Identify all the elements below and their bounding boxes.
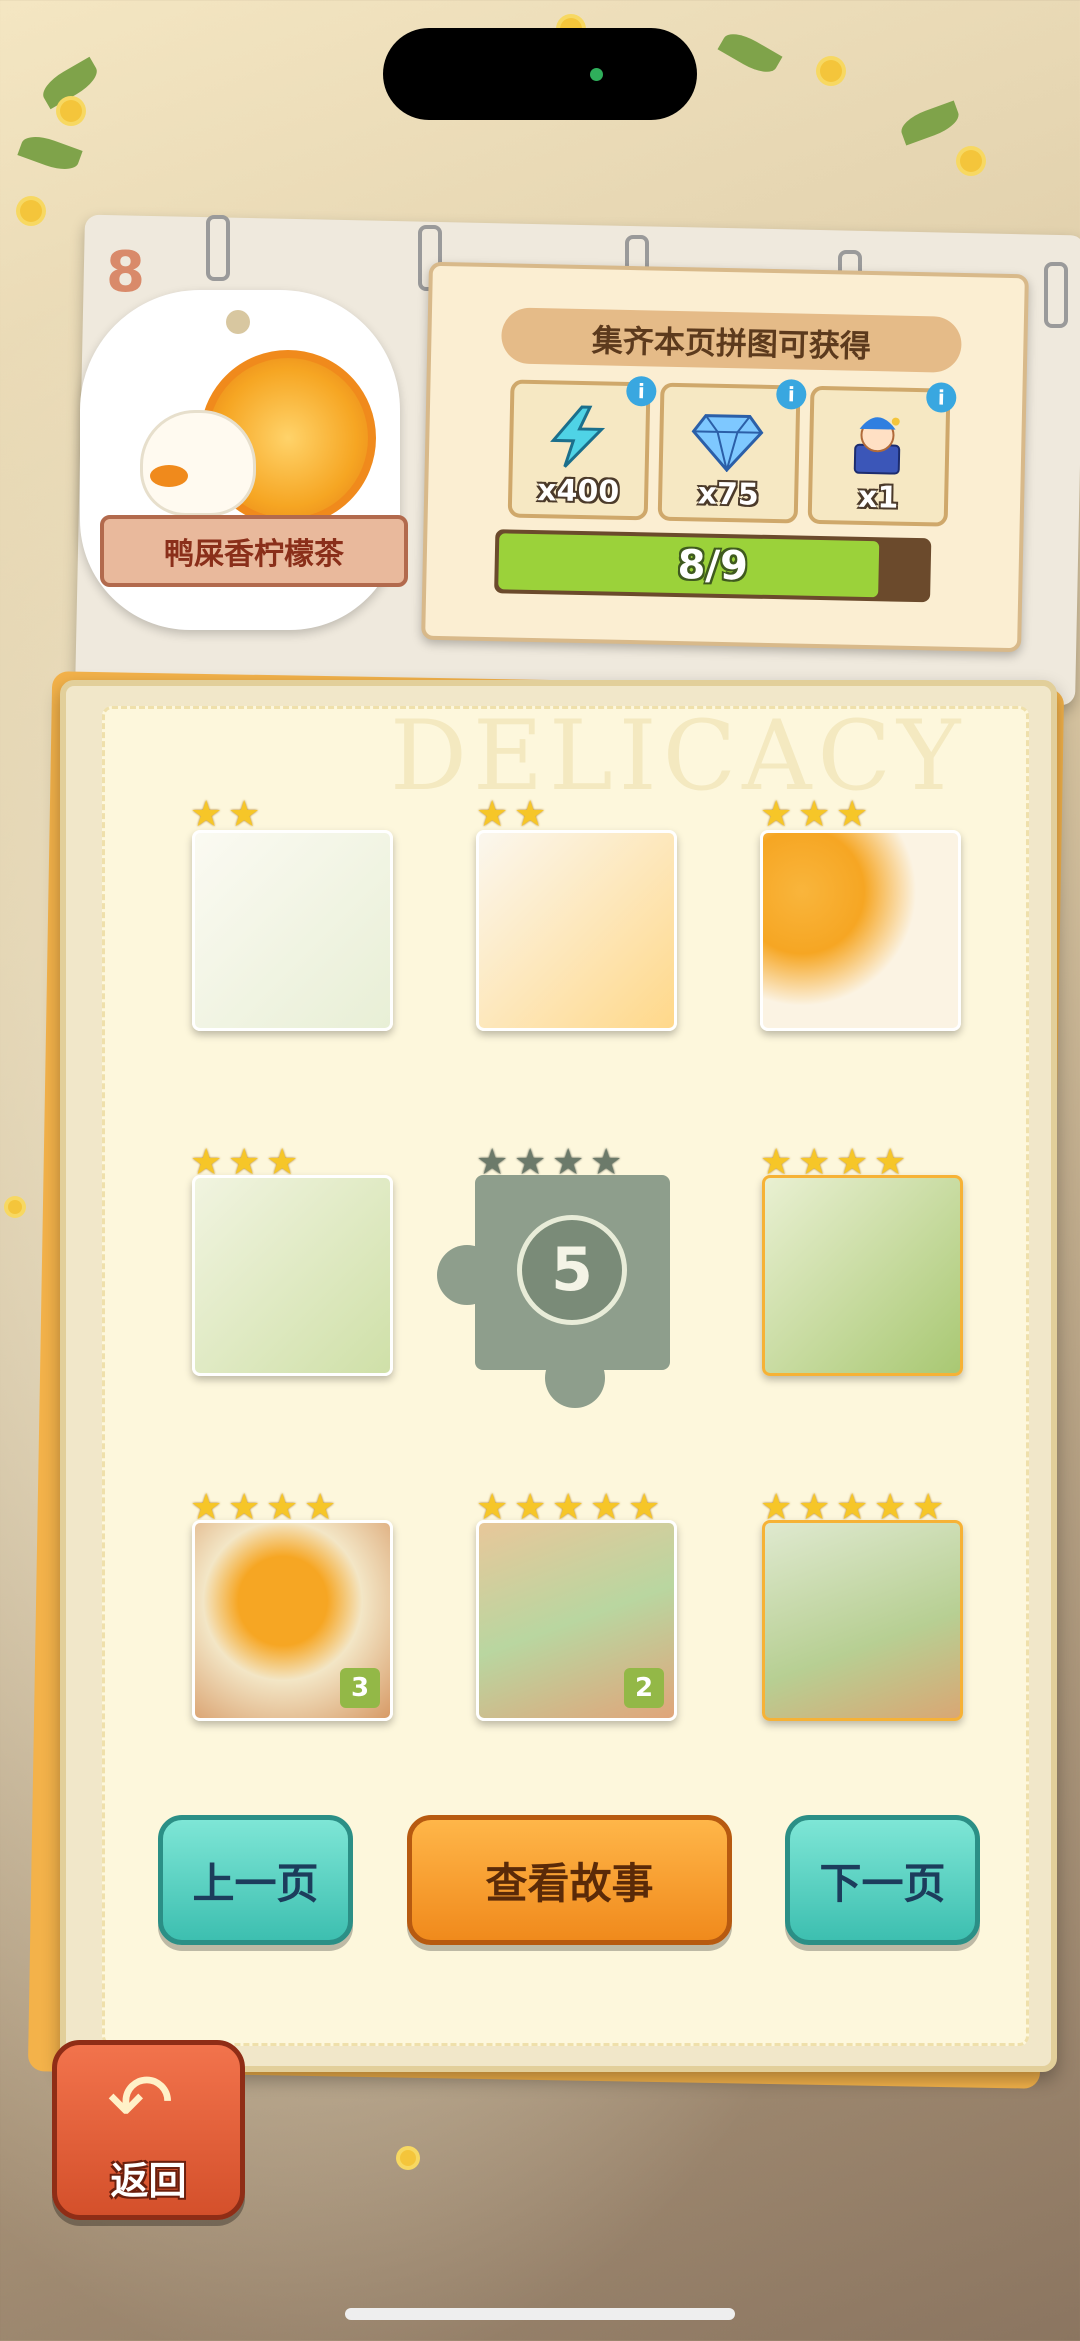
star-icon: ★ [798, 794, 831, 835]
star-icon: ★ [476, 794, 509, 835]
piece-2-stars: ★ ★ [476, 797, 550, 833]
osmanthus-flower-decoration [60, 100, 82, 122]
star-icon: ★ [190, 794, 223, 835]
piece-count-badge: 3 [340, 1668, 380, 1708]
blue-diamond-icon [691, 414, 764, 473]
puzzle-piece-2[interactable] [476, 830, 677, 1031]
puzzle-piece-1[interactable] [192, 830, 393, 1031]
duck-icon [140, 410, 256, 516]
osmanthus-flower-decoration [20, 200, 42, 222]
reward-item-diamond[interactable]: x75 i [657, 379, 807, 524]
reward-count: x400 [536, 473, 620, 510]
info-icon[interactable]: i [776, 379, 807, 410]
osmanthus-flower-decoration [820, 60, 842, 82]
puzzle-piece-7[interactable]: 3 [192, 1520, 393, 1721]
back-label: 返回 [110, 2159, 187, 2203]
jester-character-icon [853, 417, 901, 475]
lightning-energy-icon [550, 405, 606, 468]
puzzle-piece-8[interactable]: 2 [476, 1520, 677, 1721]
osmanthus-flower-decoration [960, 150, 982, 172]
tag-title-ribbon: 鸭屎香柠檬茶 [100, 515, 408, 587]
home-indicator[interactable] [345, 2308, 735, 2320]
star-icon: ★ [760, 794, 793, 835]
info-icon[interactable]: i [626, 375, 657, 407]
reward-count: x75 [697, 476, 760, 513]
puzzle-piece-3[interactable] [760, 830, 961, 1031]
collection-progress-bar: 8/9 [494, 529, 932, 603]
duck-beak-icon [150, 465, 188, 487]
reward-count: x1 [857, 479, 899, 516]
next-page-button[interactable]: 下一页 [785, 1815, 980, 1945]
binder-ring-icon [206, 215, 230, 281]
piece-1-stars: ★ ★ [190, 797, 264, 833]
puzzle-tab [545, 1348, 605, 1408]
star-icon: ★ [228, 794, 261, 835]
progress-text: 8/9 [677, 542, 749, 590]
puzzle-tab [437, 1245, 497, 1305]
view-story-button[interactable]: 查看故事 [407, 1815, 732, 1945]
puzzle-piece-4[interactable] [192, 1175, 393, 1376]
star-icon: ★ [836, 794, 869, 835]
reward-title: 集齐本页拼图可获得 [500, 307, 962, 373]
osmanthus-flower-decoration [400, 2150, 416, 2166]
camera-indicator-icon [590, 68, 603, 81]
piece-3-stars: ★ ★ ★ [760, 797, 872, 833]
puzzle-piece-9[interactable] [762, 1520, 963, 1721]
info-icon[interactable]: i [925, 382, 957, 413]
locked-puzzle-piece[interactable]: 5 [437, 1175, 670, 1408]
osmanthus-flower-decoration [8, 1200, 22, 1214]
reward-item-energy[interactable]: x400 i [507, 375, 657, 521]
lock-number-badge: 5 [517, 1215, 627, 1325]
tag-hole [226, 310, 250, 334]
return-arrow-icon: ↶ [107, 2056, 175, 2149]
dynamic-island [383, 28, 697, 120]
reward-item-jester[interactable]: x1 i [807, 382, 957, 527]
prev-page-button[interactable]: 上一页 [158, 1815, 353, 1945]
back-button[interactable]: ↶ 返回 [52, 2040, 245, 2220]
reward-panel: 集齐本页拼图可获得 x400 i x75 i x1 i 8/9 [421, 261, 1029, 653]
puzzle-piece-6[interactable] [762, 1175, 963, 1376]
page-number: 8 [106, 240, 145, 305]
piece-count-badge: 2 [624, 1668, 664, 1708]
binder-ring-icon [1044, 262, 1068, 328]
star-icon: ★ [514, 794, 547, 835]
